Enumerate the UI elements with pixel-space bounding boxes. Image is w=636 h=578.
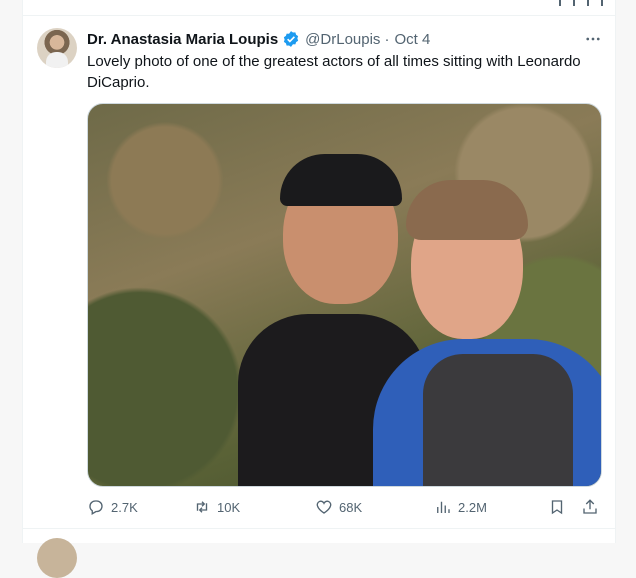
share-icon bbox=[583, 499, 597, 514]
photo-person-left-cap bbox=[280, 154, 402, 206]
tweet-header: Dr. Anastasia Maria Loupis @DrLoupis · O… bbox=[87, 29, 607, 49]
timeline-card: Dr. Anastasia Maria Loupis @DrLoupis · O… bbox=[22, 0, 616, 578]
avatar[interactable] bbox=[37, 28, 77, 68]
retweet-icon bbox=[196, 501, 208, 513]
previous-tweet-actions bbox=[555, 0, 605, 6]
tweet-actions: 2.7K 10K 68K 2.2M bbox=[87, 494, 607, 520]
photo-person-right-hair bbox=[406, 180, 528, 240]
heart-icon bbox=[316, 500, 332, 514]
author-handle[interactable]: @DrLoupis bbox=[305, 31, 380, 48]
more-horizontal-icon[interactable] bbox=[579, 25, 607, 53]
tweet-date[interactable]: Oct 4 bbox=[394, 31, 430, 48]
bookmark-icon[interactable] bbox=[559, 0, 575, 6]
tweet-photo[interactable] bbox=[87, 103, 602, 487]
share-icon[interactable] bbox=[587, 0, 603, 6]
divider bbox=[23, 528, 615, 529]
reply-count: 2.7K bbox=[111, 499, 138, 515]
reply-button[interactable]: 2.7K bbox=[87, 494, 138, 520]
separator-dot: · bbox=[384, 30, 390, 48]
reply-icon bbox=[89, 500, 103, 515]
tweet-text: Lovely photo of one of the greatest acto… bbox=[87, 53, 581, 91]
bookmark-button[interactable] bbox=[548, 494, 566, 520]
views-button[interactable]: 2.2M bbox=[434, 494, 487, 520]
bookmark-icon bbox=[551, 500, 563, 515]
view-count: 2.2M bbox=[458, 499, 487, 515]
divider bbox=[23, 15, 615, 16]
share-button[interactable] bbox=[581, 494, 599, 520]
retweet-button[interactable]: 10K bbox=[193, 494, 240, 520]
like-count: 68K bbox=[339, 499, 363, 515]
photo-person-right-shirt bbox=[423, 354, 573, 486]
analytics-icon bbox=[437, 501, 450, 513]
verified-badge-icon[interactable] bbox=[282, 30, 300, 48]
avatar[interactable] bbox=[37, 538, 77, 578]
like-button[interactable]: 68K bbox=[315, 494, 362, 520]
retweet-count: 10K bbox=[217, 499, 241, 515]
author-name[interactable]: Dr. Anastasia Maria Loupis bbox=[87, 31, 278, 48]
